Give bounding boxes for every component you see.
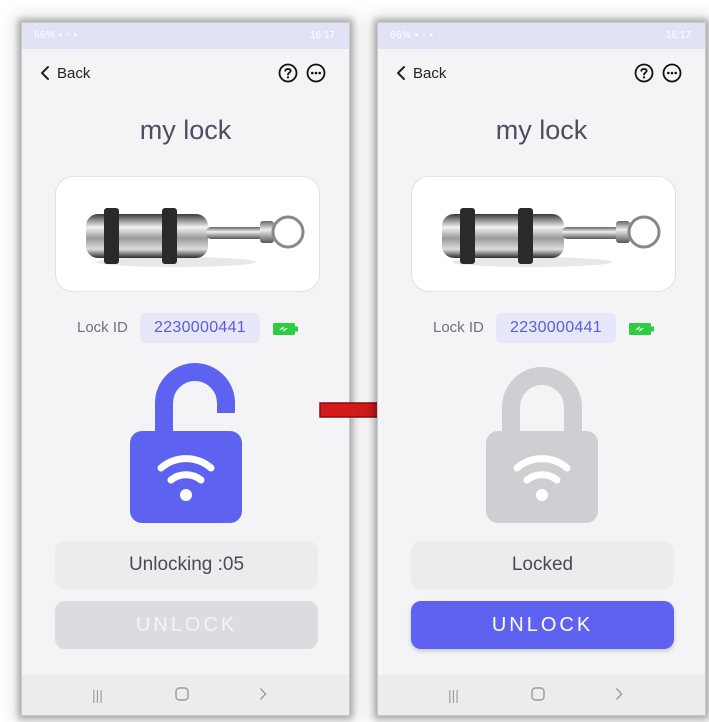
question-circle-icon[interactable] xyxy=(278,63,298,83)
status-indicators: 66% ▪ ▫ ▪ xyxy=(34,30,78,41)
unlocked-padlock-icon xyxy=(130,363,242,523)
lock-status-text: Unlocking :05 xyxy=(55,541,318,589)
lock-product-image xyxy=(442,208,661,267)
unlock-button[interactable]: UNLOCK xyxy=(55,601,318,649)
status-time: 16:17 xyxy=(665,30,691,41)
system-nav-bar: ||| xyxy=(378,675,705,715)
back-button[interactable]: Back xyxy=(40,62,90,84)
recents-icon[interactable]: ||| xyxy=(92,687,103,703)
ellipsis-circle-icon[interactable] xyxy=(306,63,326,83)
lock-id-label: Lock ID xyxy=(433,319,484,336)
chevron-left-icon xyxy=(41,66,49,80)
status-indicators: 66% ▪ ▫ ▪ xyxy=(390,30,434,41)
lock-image-card xyxy=(55,176,320,292)
unlock-button[interactable]: UNLOCK xyxy=(411,601,674,649)
chevron-left-icon xyxy=(397,66,405,80)
lock-image-card xyxy=(411,176,676,292)
back-button[interactable]: Back xyxy=(396,62,446,84)
locked-padlock-icon xyxy=(486,367,598,523)
recents-icon[interactable]: ||| xyxy=(448,687,459,703)
back-label: Back xyxy=(57,64,91,82)
lock-product-image xyxy=(86,208,305,267)
chevron-right-icon[interactable] xyxy=(615,687,623,704)
lock-id-value: 2230000441 xyxy=(496,313,616,343)
status-bar: 66% ▪ ▫ ▪ 16:17 xyxy=(378,23,705,49)
page-title: my lock xyxy=(139,115,232,145)
battery-charging-icon xyxy=(273,323,298,335)
question-circle-icon[interactable] xyxy=(634,63,654,83)
status-time: 16:17 xyxy=(309,30,335,41)
phone-screen-locked: 66% ▪ ▫ ▪ 16:17 Back my lock Lock ID 223… xyxy=(377,22,706,716)
system-nav-bar: ||| xyxy=(22,675,349,715)
chevron-right-icon[interactable] xyxy=(259,687,267,704)
page-title: my lock xyxy=(495,115,588,145)
home-icon[interactable] xyxy=(175,687,189,704)
status-bar: 66% ▪ ▫ ▪ 16:17 xyxy=(22,23,349,49)
back-label: Back xyxy=(413,64,447,82)
home-icon[interactable] xyxy=(531,687,545,704)
battery-charging-icon xyxy=(629,323,654,335)
phone-screen-unlocking: 66% ▪ ▫ ▪ 16:17 Back my lock Lock ID 223… xyxy=(21,22,350,716)
ellipsis-circle-icon[interactable] xyxy=(662,63,682,83)
lock-status-text: Locked xyxy=(411,541,674,589)
lock-id-value: 2230000441 xyxy=(140,313,260,343)
lock-id-label: Lock ID xyxy=(77,319,128,336)
